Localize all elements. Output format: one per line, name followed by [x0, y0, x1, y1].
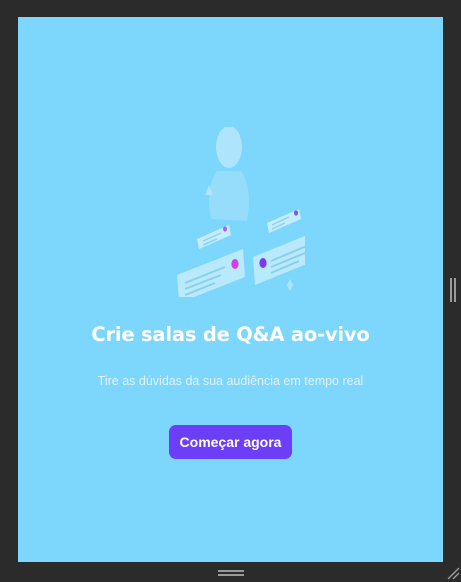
page-title: Crie salas de Q&A ao-vivo — [91, 323, 370, 346]
horizontal-resize-handle-icon[interactable] — [218, 570, 244, 576]
qa-chat-illustration — [177, 127, 305, 297]
start-now-button[interactable]: Começar agora — [169, 425, 292, 459]
corner-resize-grip-icon[interactable] — [446, 566, 460, 580]
page-subtitle: Tire as dúvidas da sua audiência em temp… — [97, 374, 364, 388]
onboarding-panel: Crie salas de Q&A ao-vivo Tire as dúvida… — [18, 17, 443, 562]
vertical-resize-handle-icon[interactable] — [450, 278, 456, 302]
